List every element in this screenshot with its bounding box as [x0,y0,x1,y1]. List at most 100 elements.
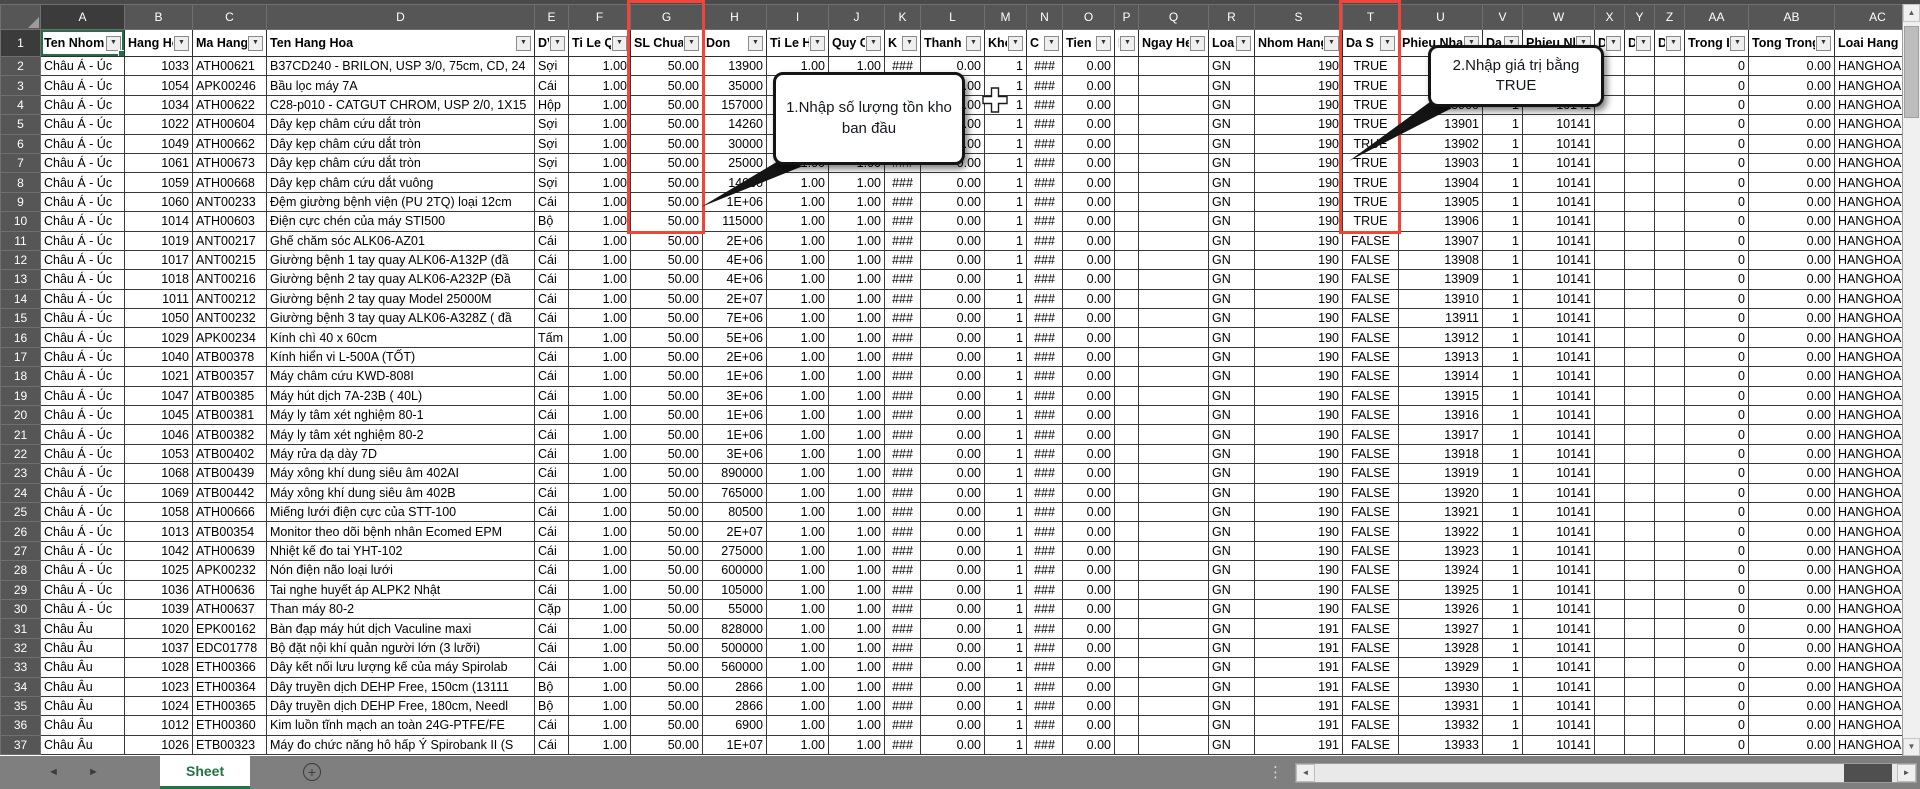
cell-D17[interactable]: Kính hiển vi L-500A (TỐT) [266,346,535,368]
cell-S17[interactable]: 190 [1254,346,1343,368]
cell-Z3[interactable] [1654,75,1685,96]
cell-P31[interactable] [1114,618,1139,639]
cell-P9[interactable] [1114,191,1139,213]
cell-D6[interactable]: Dây kẹp châm cứu dắt tròn [266,133,535,154]
cell-W18[interactable]: 10141 [1522,366,1595,387]
row-number[interactable]: 3 [0,75,41,96]
cell-R7[interactable]: GN [1208,152,1255,174]
cell-B31[interactable]: 1020 [124,618,193,639]
cell-D37[interactable]: Máy đo chức năng hô hấp Ý Spirobank II (… [266,734,535,756]
cell-Q2[interactable] [1138,55,1209,77]
cell-AA12[interactable]: 0 [1684,249,1749,271]
cell-B30[interactable]: 1039 [124,598,193,620]
column-header-D[interactable]: D [266,4,535,30]
cell-AB21[interactable]: 0.00 [1748,424,1835,445]
cell-Y35[interactable] [1624,695,1655,717]
cell-Y37[interactable] [1624,734,1655,756]
cell-W33[interactable]: 10141 [1522,657,1595,678]
cell-W24[interactable]: 10141 [1522,482,1595,503]
cell-AB32[interactable]: 0.00 [1748,637,1835,659]
cell-V12[interactable]: 1 [1482,249,1523,271]
cell-R23[interactable]: GN [1208,463,1255,484]
cell-P21[interactable] [1114,424,1139,445]
cell-G32[interactable]: 50.00 [630,637,703,659]
cell-U11[interactable]: 13907 [1398,230,1483,251]
cell-H7[interactable]: 25000 [702,152,767,174]
cell-D11[interactable]: Ghế chăm sóc ALK06-AZ01 [266,230,535,251]
column-header-B[interactable]: B [124,4,193,30]
cell-T28[interactable]: FALSE [1342,560,1399,581]
cell-F32[interactable]: 1.00 [568,637,631,659]
cell-AB35[interactable]: 0.00 [1748,695,1835,717]
cell-G10[interactable]: 50.00 [630,211,703,232]
cell-T4[interactable]: TRUE [1342,94,1399,116]
cell-Q16[interactable] [1138,327,1209,348]
cell-Q4[interactable] [1138,94,1209,116]
cell-E34[interactable]: Bộ [534,676,569,697]
cell-G11[interactable]: 50.00 [630,230,703,251]
filter-dropdown-icon[interactable]: ▼ [1666,35,1681,51]
cell-Q26[interactable] [1138,521,1209,542]
cell-X36[interactable] [1594,715,1625,736]
cell-Z23[interactable] [1654,463,1685,484]
cell-N27[interactable]: ### [1026,540,1063,562]
cell-P24[interactable] [1114,482,1139,503]
cell-W36[interactable]: 10141 [1522,715,1595,736]
row-number[interactable]: 33 [0,657,41,678]
cell-T6[interactable]: TRUE [1342,133,1399,154]
cell-K26[interactable]: ### [884,521,921,542]
cell-B28[interactable]: 1025 [124,560,193,581]
cell-V26[interactable]: 1 [1482,521,1523,542]
cell-J19[interactable]: 1.00 [828,385,885,407]
cell-Z28[interactable] [1654,560,1685,581]
cell-S32[interactable]: 191 [1254,637,1343,659]
field-header-G1[interactable]: SL Chua Q▼ [630,29,703,57]
cell-Y14[interactable] [1624,288,1655,310]
cell-Q6[interactable] [1138,133,1209,154]
cell-AB34[interactable]: 0.00 [1748,676,1835,697]
cell-G35[interactable]: 50.00 [630,695,703,717]
cell-Z25[interactable] [1654,501,1685,523]
cell-N36[interactable]: ### [1026,715,1063,736]
cell-P6[interactable] [1114,133,1139,154]
cell-C5[interactable]: ATH00604 [192,114,267,135]
cell-Q32[interactable] [1138,637,1209,659]
cell-K35[interactable]: ### [884,695,921,717]
cell-X12[interactable] [1594,249,1625,271]
cell-H22[interactable]: 3E+06 [702,443,767,465]
cell-O9[interactable]: 0.00 [1062,191,1115,213]
cell-C11[interactable]: ANT00217 [192,230,267,251]
field-header-A1[interactable]: Ten Nhom H▼ [40,29,125,57]
cell-L13[interactable]: 0.00 [920,269,985,290]
cell-E35[interactable]: Bộ [534,695,569,717]
cell-W35[interactable]: 10141 [1522,695,1595,717]
filter-dropdown-icon[interactable]: ▼ [748,35,763,51]
cell-W17[interactable]: 10141 [1522,346,1595,368]
cell-M15[interactable]: 1 [984,308,1027,329]
cell-M11[interactable]: 1 [984,230,1027,251]
cell-D20[interactable]: Máy ly tâm xét nghiệm 80-1 [266,405,535,426]
filter-dropdown-icon[interactable]: ▼ [1636,35,1651,51]
cell-A4[interactable]: Châu Á - Úc [40,94,125,116]
cell-O23[interactable]: 0.00 [1062,463,1115,484]
cell-H30[interactable]: 55000 [702,598,767,620]
cell-Y12[interactable] [1624,249,1655,271]
cell-N5[interactable]: ### [1026,114,1063,135]
cell-J25[interactable]: 1.00 [828,501,885,523]
cell-W15[interactable]: 10141 [1522,308,1595,329]
cell-U33[interactable]: 13929 [1398,657,1483,678]
cell-W7[interactable]: 10141 [1522,152,1595,174]
cell-V32[interactable]: 1 [1482,637,1523,659]
cell-A21[interactable]: Châu Á - Úc [40,424,125,445]
cell-Q10[interactable] [1138,211,1209,232]
cell-L26[interactable]: 0.00 [920,521,985,542]
cell-W25[interactable]: 10141 [1522,501,1595,523]
cell-Y11[interactable] [1624,230,1655,251]
cell-I21[interactable]: 1.00 [766,424,829,445]
column-header-S[interactable]: S [1254,4,1343,30]
cell-O18[interactable]: 0.00 [1062,366,1115,387]
cell-I29[interactable]: 1.00 [766,579,829,600]
cell-V16[interactable]: 1 [1482,327,1523,348]
cell-B32[interactable]: 1037 [124,637,193,659]
cell-A24[interactable]: Châu Á - Úc [40,482,125,503]
